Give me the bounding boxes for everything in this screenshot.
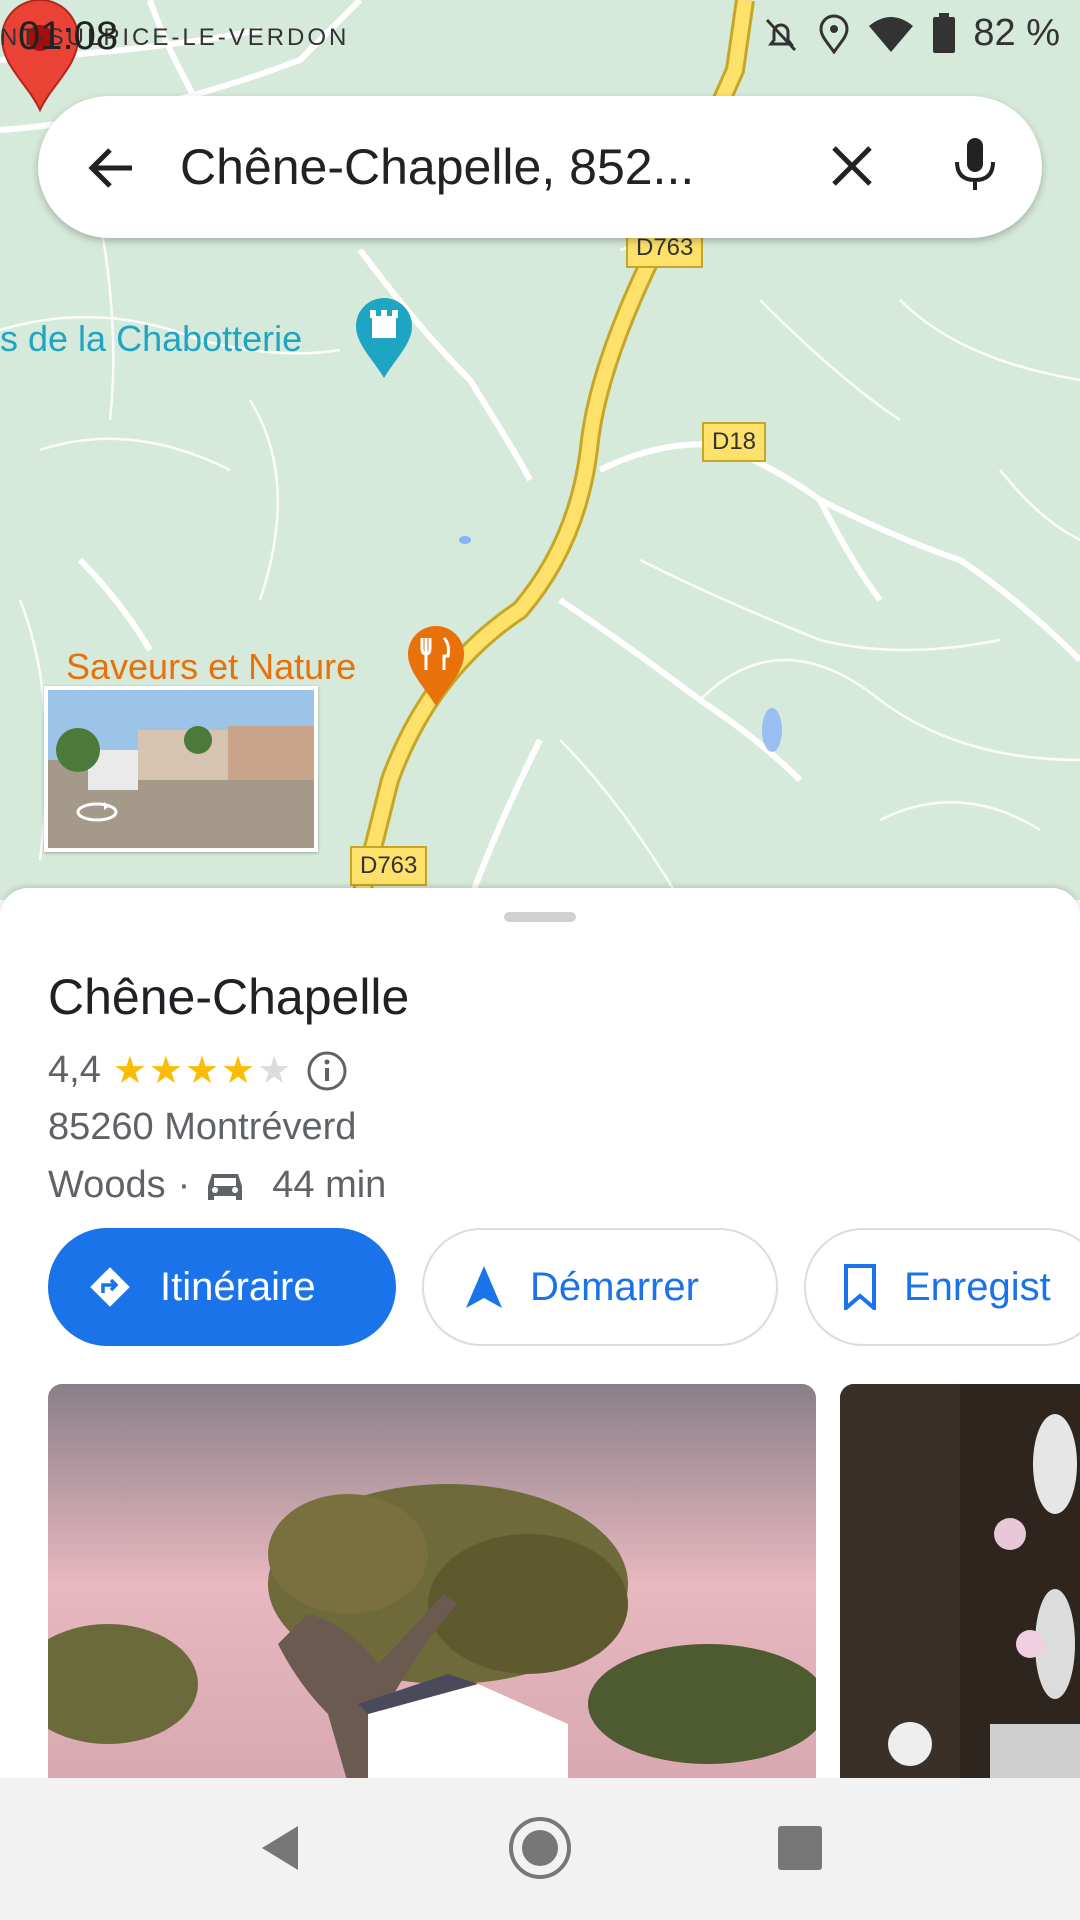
microphone-icon[interactable]: [943, 132, 1007, 196]
location-icon: [819, 14, 849, 54]
place-title: Chêne-Chapelle: [48, 969, 410, 1025]
save-label: Enregist: [904, 1264, 1051, 1309]
street-view-thumbnail[interactable]: [44, 686, 318, 852]
road-label-d763-bottom: D763: [350, 846, 428, 886]
battery-icon: [933, 12, 956, 53]
rotate-360-icon: [76, 802, 118, 822]
close-icon[interactable]: [820, 134, 884, 198]
nav-back-icon[interactable]: [252, 1818, 312, 1878]
status-bar: NT-SULPICE-LE-VERDON 01:08 82 %: [0, 0, 1080, 80]
rating-value: 4,4: [48, 1049, 101, 1091]
save-button[interactable]: Enregist: [804, 1228, 1080, 1346]
battery-percent: 82 %: [973, 12, 1060, 54]
place-photo-grotto[interactable]: [840, 1384, 1080, 1784]
category-separator: ·: [177, 1164, 191, 1206]
directions-icon: [90, 1267, 130, 1307]
wifi-icon: [869, 16, 914, 52]
nav-home-icon[interactable]: [508, 1816, 572, 1880]
rating-row: 4,4 ★★★★★: [48, 1048, 349, 1093]
navigation-arrow-icon: [466, 1266, 502, 1308]
notifications-off-icon: [766, 18, 797, 51]
status-time: 01:08: [18, 14, 119, 58]
place-photo-tree[interactable]: [48, 1384, 816, 1784]
place-category: Woods: [48, 1164, 166, 1206]
info-icon[interactable]: [305, 1049, 349, 1093]
place-address: 85260 Montréverd: [48, 1106, 357, 1148]
start-label: Démarrer: [530, 1264, 699, 1309]
directions-label: Itinéraire: [160, 1264, 316, 1309]
car-icon: [208, 1173, 243, 1200]
search-bar[interactable]: Chêne-Chapelle, 852...: [38, 96, 1042, 238]
bookmark-icon: [844, 1264, 876, 1310]
start-navigation-button[interactable]: Démarrer: [422, 1228, 778, 1346]
poi-chabotterie-label[interactable]: s de la Chabotterie: [0, 318, 302, 360]
sheet-drag-handle[interactable]: [504, 912, 576, 922]
restaurant-icon[interactable]: [406, 624, 466, 708]
drive-time: 44 min: [272, 1164, 387, 1206]
place-sheet[interactable]: Chêne-Chapelle 4,4 ★★★★★ 85260 Montréver…: [0, 888, 1080, 1920]
search-input[interactable]: Chêne-Chapelle, 852...: [180, 138, 694, 196]
back-arrow-icon[interactable]: [80, 136, 144, 200]
directions-button[interactable]: Itinéraire: [48, 1228, 396, 1346]
rating-stars: ★★★★★: [112, 1050, 294, 1092]
road-label-d18: D18: [702, 422, 767, 462]
system-navigation-bar: [0, 1778, 1080, 1920]
place-category-row: Woods · 44 min: [48, 1164, 386, 1207]
poi-saveurs-label[interactable]: Saveurs et Nature: [66, 646, 356, 688]
castle-icon[interactable]: [354, 296, 414, 380]
nav-recents-icon[interactable]: [770, 1818, 830, 1878]
